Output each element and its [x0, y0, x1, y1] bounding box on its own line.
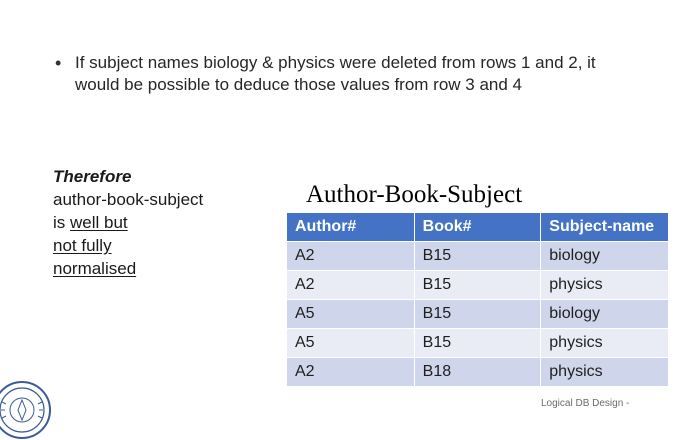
cell-subject: physics — [540, 328, 669, 358]
table-title: Author-Book-Subject — [306, 181, 523, 208]
cell-book: B15 — [413, 299, 542, 329]
table-row: A2 B15 biology — [286, 241, 669, 271]
cell-author: A2 — [286, 241, 415, 271]
cell-author: A2 — [286, 270, 415, 300]
cell-subject: biology — [540, 299, 669, 329]
column-header-book: Book# — [413, 212, 542, 242]
cell-subject: physics — [540, 357, 669, 387]
therefore-heading: Therefore — [53, 167, 132, 186]
cell-subject: biology — [540, 241, 669, 271]
bullet-dot-icon: • — [55, 53, 62, 73]
cell-book: B18 — [413, 357, 542, 387]
footer-text: Logical DB Design - — [541, 398, 630, 409]
table-row: A2 B15 physics — [286, 270, 669, 300]
bullet-text: If subject names biology & physics were … — [75, 52, 596, 96]
bullet-text-line-2: would be possible to deduce those values… — [75, 75, 522, 94]
cell-book: B15 — [413, 270, 542, 300]
note-line-2-prefix: is — [53, 213, 70, 232]
conclusion-note: Therefore author-book-subject is well bu… — [53, 165, 203, 280]
cell-book: B15 — [413, 241, 542, 271]
table-row: A5 B15 physics — [286, 328, 669, 358]
cell-author: A2 — [286, 357, 415, 387]
note-line-2: is well but — [53, 211, 203, 234]
column-header-subject: Subject-name — [540, 212, 669, 242]
note-line-3-underlined: not fully — [53, 236, 112, 255]
table-header-row: Author# Book# Subject-name — [286, 212, 669, 242]
note-line-4: normalised — [53, 257, 203, 280]
bullet-point: • If subject names biology & physics wer… — [55, 52, 665, 96]
table-row: A2 B18 physics — [286, 357, 669, 387]
column-header-author: Author# — [286, 212, 415, 242]
note-line-2-underlined: well but — [70, 213, 128, 232]
cell-book: B15 — [413, 328, 542, 358]
note-line-3: not fully — [53, 234, 203, 257]
note-line-1: author-book-subject — [53, 190, 204, 209]
note-line-4-underlined: normalised — [53, 259, 137, 278]
author-book-subject-table: Author# Book# Subject-name A2 B15 biolog… — [286, 212, 669, 387]
cell-author: A5 — [286, 299, 415, 329]
cell-author: A5 — [286, 328, 415, 358]
table-row: A5 B15 biology — [286, 299, 669, 329]
bullet-text-line-1: If subject names biology & physics were … — [75, 53, 596, 72]
university-seal-icon — [0, 381, 51, 439]
cell-subject: physics — [540, 270, 669, 300]
